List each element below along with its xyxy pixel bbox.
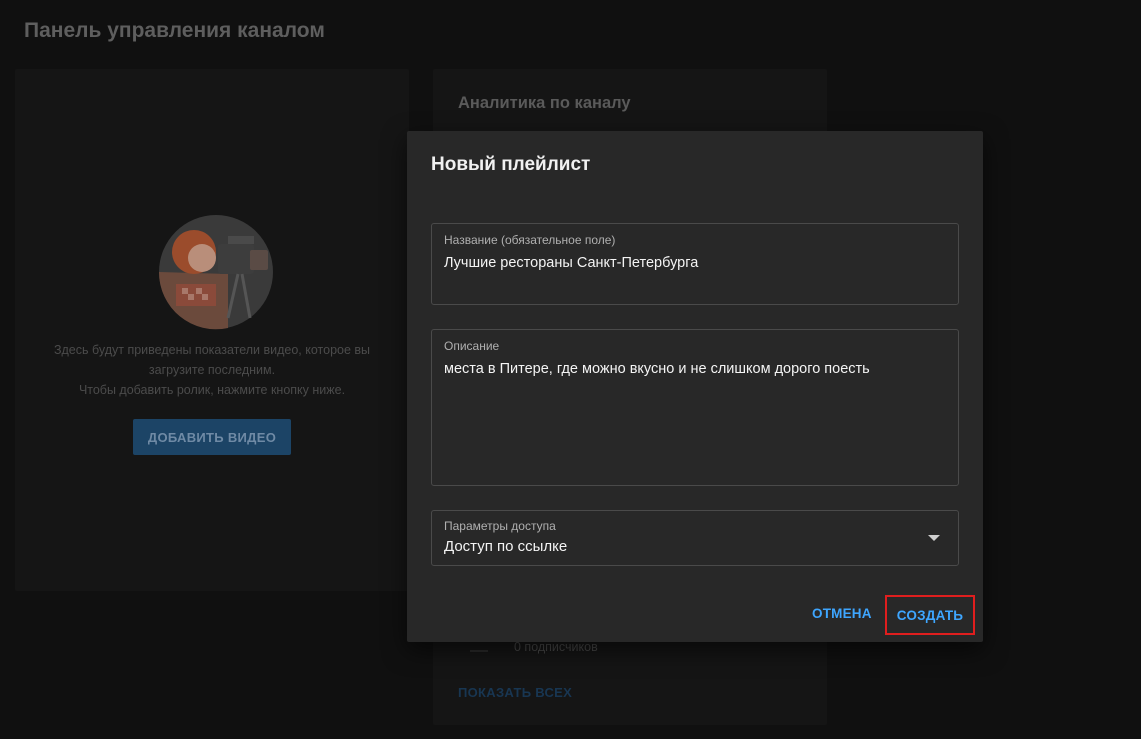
access-settings-select[interactable]: Параметры доступа Доступ по ссылке	[431, 510, 959, 566]
field-label: Параметры доступа	[444, 519, 556, 533]
avatar	[470, 650, 488, 658]
subscriber-count: 0 подписчиков	[514, 640, 598, 654]
field-label: Описание	[444, 339, 500, 353]
playlist-name-field[interactable]: Название (обязательное поле) Лучшие рест…	[431, 223, 959, 305]
upload-card	[15, 69, 409, 591]
analytics-title: Аналитика по каналу	[458, 94, 631, 112]
field-value: Доступ по ссылке	[444, 538, 568, 555]
dropdown-arrow-icon[interactable]	[928, 535, 940, 541]
upload-hint-line: Здесь будут приведены показатели видео, …	[53, 343, 371, 357]
cancel-button[interactable]: ОТМЕНА	[812, 606, 872, 621]
videographer-illustration	[158, 215, 273, 330]
upload-hint: Здесь будут приведены показатели видео, …	[15, 340, 409, 400]
upload-hint-line: загрузите последним.	[148, 363, 276, 377]
field-value[interactable]: Лучшие рестораны Санкт-Петербурга	[444, 255, 698, 271]
playlist-description-field[interactable]: Описание места в Питере, где можно вкусн…	[431, 329, 959, 486]
add-video-button[interactable]: ДОБАВИТЬ ВИДЕО	[133, 419, 291, 455]
field-label: Название (обязательное поле)	[444, 233, 616, 247]
upload-hint-line: Чтобы добавить ролик, нажмите кнопку ниж…	[78, 383, 346, 397]
dialog-title: Новый плейлист	[431, 154, 591, 175]
create-button[interactable]: СОЗДАТЬ	[885, 595, 975, 635]
show-all-link[interactable]: ПОКАЗАТЬ ВСЕХ	[458, 685, 572, 700]
new-playlist-dialog: Новый плейлист Название (обязательное по…	[407, 131, 983, 642]
page-title: Панель управления каналом	[24, 19, 325, 42]
field-value[interactable]: места в Питере, где можно вкусно и не сл…	[444, 361, 870, 377]
